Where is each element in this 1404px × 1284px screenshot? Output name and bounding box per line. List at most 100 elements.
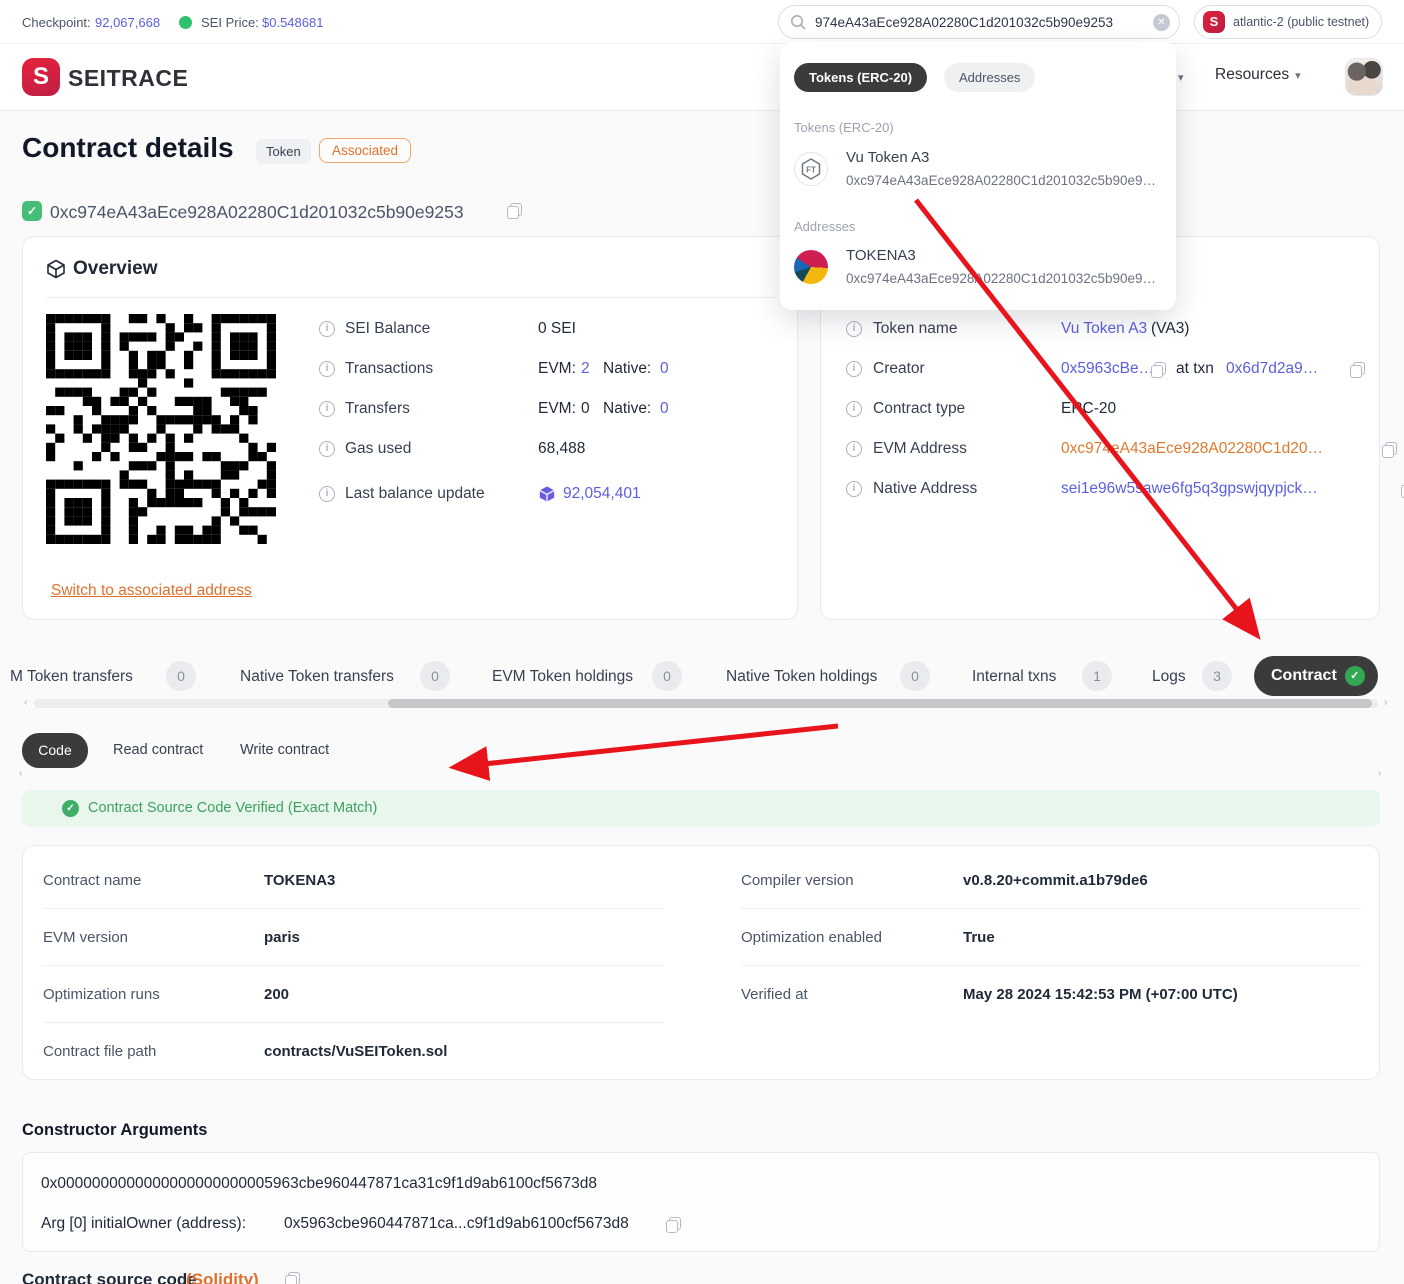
tab-native-token-transfers[interactable]: Native Token transfers — [240, 668, 394, 686]
annotation-arrows — [448, 198, 1261, 781]
last-balance-update-value[interactable]: 92,054,401 — [563, 485, 641, 503]
tab-evm-token-transfers[interactable]: M Token transfers — [10, 668, 133, 686]
contract-address[interactable]: 0xc974eA43aEce928A02280C1d201032c5b90e92… — [50, 202, 464, 223]
compiler-version-label: Compiler version — [741, 872, 854, 889]
overview-title: Overview — [73, 258, 158, 279]
tab-count-badge: 0 — [420, 661, 450, 691]
brand-name[interactable]: SEITRACE — [68, 65, 188, 92]
info-icon[interactable]: i — [846, 321, 862, 337]
info-icon[interactable]: i — [319, 361, 335, 377]
info-icon[interactable]: i — [846, 481, 862, 497]
search-result-token[interactable]: FT Vu Token A3 0xc974eA43aEce928A02280C1… — [794, 147, 1162, 199]
transactions-native-value[interactable]: 0 — [660, 360, 669, 378]
clear-search-icon[interactable]: ✕ — [1153, 14, 1170, 31]
verified-at-value: May 28 2024 15:42:53 PM (+07:00 UTC) — [963, 986, 1238, 1003]
divider — [43, 1022, 663, 1023]
switch-associated-link[interactable]: Switch to associated address — [51, 582, 252, 600]
info-icon[interactable]: i — [846, 361, 862, 377]
evm-version-label: EVM version — [43, 929, 129, 946]
subtab-read-contract[interactable]: Read contract — [113, 742, 203, 758]
token-name-label: Token name — [873, 320, 958, 337]
creator-address-link[interactable]: 0x5963cBe… — [1061, 360, 1154, 378]
contract-info-card: Contract name TOKENA3 EVM version paris … — [22, 845, 1380, 1080]
tab-native-token-holdings[interactable]: Native Token holdings — [726, 668, 877, 686]
info-icon[interactable]: i — [319, 401, 335, 417]
token-result-name: Vu Token A3 — [846, 149, 930, 166]
search-result-address[interactable]: TOKENA3 0xc974eA43aEce928A02280C1d201032… — [794, 245, 1162, 297]
token-name-link[interactable]: Vu Token A3 — [1061, 320, 1147, 338]
ft-token-icon: FT — [794, 152, 828, 186]
verified-check-icon — [1344, 666, 1365, 686]
subtabs-left-caret-icon[interactable]: ‹ — [19, 768, 22, 779]
last-balance-update-label: Last balance update — [345, 485, 485, 502]
network-selector[interactable]: S atlantic-2 (public testnet) — [1194, 5, 1383, 39]
native-address-value[interactable]: sei1e96w5sawe6fg5q3gpswjqypjck… — [1061, 480, 1318, 498]
creator-txn-link[interactable]: 0x6d7d2a9… — [1226, 360, 1318, 378]
copy-source-icon[interactable] — [285, 1272, 301, 1284]
source-code-lang-link[interactable]: (Solidity) — [186, 1270, 259, 1284]
resources-menu[interactable]: Resources — [1215, 66, 1301, 84]
tab-logs[interactable]: Logs — [1152, 668, 1186, 686]
info-icon[interactable]: i — [319, 321, 335, 337]
source-code-label: Contract source code — [22, 1270, 197, 1284]
subtab-write-contract[interactable]: Write contract — [240, 742, 329, 758]
tab-count-badge: 1 — [1082, 661, 1112, 691]
info-icon[interactable]: i — [319, 486, 335, 502]
filter-tokens-erc20[interactable]: Tokens (ERC-20) — [794, 63, 928, 92]
contract-file-path-value: contracts/VuSEIToken.sol — [264, 1043, 448, 1060]
svg-text:FT: FT — [806, 166, 816, 175]
copy-evm-address-icon[interactable] — [1381, 442, 1397, 458]
info-icon[interactable]: i — [846, 401, 862, 417]
banner-check-icon — [62, 800, 79, 817]
constructor-arg-link[interactable]: 0x5963cbe960447871ca...c9f1d9ab6100cf567… — [284, 1215, 629, 1233]
constructor-arguments-box: 0x0000000000000000000000005963cbe9604478… — [22, 1152, 1380, 1252]
search-icon — [791, 15, 806, 30]
copy-address-icon[interactable] — [507, 203, 522, 219]
tab-count-badge: 0 — [166, 661, 196, 691]
checkpoint-value[interactable]: 92,067,668 — [95, 15, 160, 30]
optimization-enabled-value: True — [963, 929, 995, 946]
subtab-code-active[interactable]: Code — [22, 733, 88, 768]
tab-evm-token-holdings[interactable]: EVM Token holdings — [492, 668, 633, 686]
transfers-native-value[interactable]: 0 — [660, 400, 669, 418]
info-icon[interactable]: i — [319, 441, 335, 457]
arrow-to-code-tab — [448, 723, 839, 781]
main-header: S SEITRACE Resources — [0, 44, 1404, 111]
creator-label: Creator — [873, 360, 925, 377]
copy-arg-icon[interactable] — [666, 1217, 681, 1233]
tab-count-badge: 3 — [1202, 661, 1232, 691]
scroll-left-caret-icon[interactable]: ‹ — [24, 697, 27, 708]
tab-contract-active[interactable]: Contract — [1254, 656, 1378, 696]
compiler-version-value: v0.8.20+commit.a1b79de6 — [963, 872, 1148, 889]
address-result-name: TOKENA3 — [846, 247, 916, 264]
sei-price-value[interactable]: $0.548681 — [262, 15, 323, 30]
sei-balance-value: 0 SEI — [538, 320, 576, 337]
sei-price-label: SEI Price: — [201, 15, 259, 30]
hidden-menu-caret-icon — [1178, 68, 1184, 86]
divider — [741, 908, 1361, 909]
contract-type-label: Contract type — [873, 400, 966, 417]
search-input[interactable] — [815, 7, 1133, 37]
evm-address-value[interactable]: 0xc974eA43aEce928A02280C1d20… — [1061, 440, 1323, 458]
user-avatar[interactable] — [1345, 58, 1383, 96]
constructor-arguments-heading: Constructor Arguments — [22, 1121, 208, 1139]
subtabs-right-caret-icon[interactable]: › — [1378, 768, 1381, 779]
brand-logo-icon[interactable]: S — [22, 58, 60, 96]
filter-addresses[interactable]: Addresses — [944, 63, 1036, 92]
transactions-evm-value[interactable]: 2 — [581, 360, 590, 378]
info-icon[interactable]: i — [846, 441, 862, 457]
divider — [43, 965, 663, 966]
tab-count-badge: 0 — [652, 661, 682, 691]
divider — [43, 908, 663, 909]
tab-internal-txns[interactable]: Internal txns — [972, 668, 1056, 686]
transactions-label: Transactions — [345, 360, 434, 377]
tabs-scrollbar-thumb[interactable] — [388, 699, 1372, 708]
creator-at-txn: at txn — [1176, 360, 1214, 377]
constructor-raw-hex: 0x0000000000000000000000005963cbe9604478… — [41, 1175, 597, 1192]
copy-txn-icon[interactable] — [1350, 362, 1366, 378]
scroll-right-caret-icon[interactable]: › — [1384, 697, 1387, 708]
native-address-label: Native Address — [873, 480, 978, 497]
tokens-section-label: Tokens (ERC-20) — [794, 120, 894, 135]
copy-creator-icon[interactable] — [1151, 362, 1166, 378]
gas-used-value: 68,488 — [538, 440, 586, 457]
